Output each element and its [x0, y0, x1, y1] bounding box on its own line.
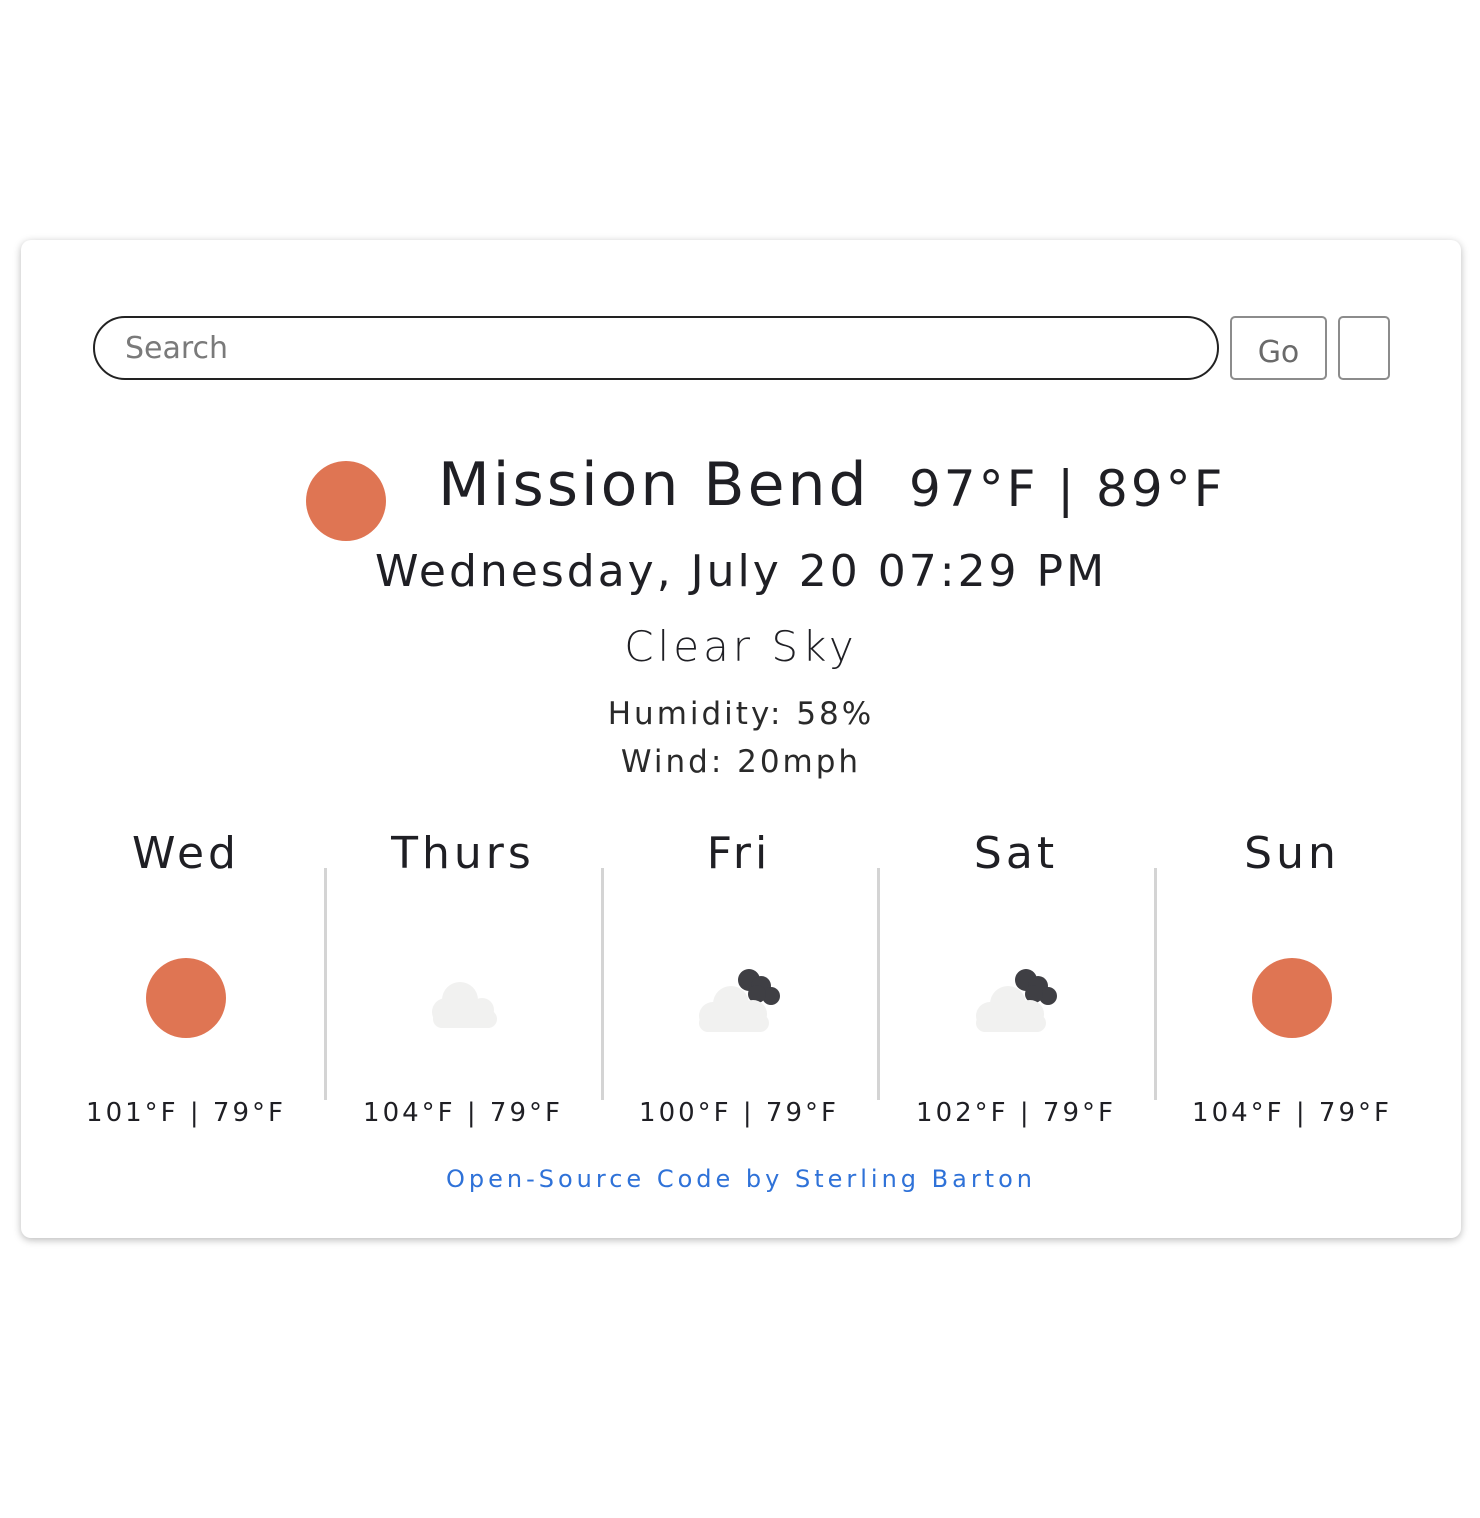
location-button[interactable]: [1338, 316, 1390, 380]
sun-icon: [1252, 958, 1332, 1038]
cloud-night-icon: [976, 969, 1057, 1032]
forecast-day: Thurs 104°F | 79°F: [338, 828, 588, 1148]
city-name: Mission Bend: [438, 450, 870, 520]
weather-description: Clear Sky: [624, 622, 858, 671]
humidity-value: Humidity: 58%: [607, 696, 875, 732]
source-code-link[interactable]: Open-Source Code by Sterling Barton: [21, 1165, 1461, 1193]
search-input[interactable]: [93, 316, 1219, 380]
current-temps: 97°F | 89°F: [909, 460, 1226, 518]
forecast-day: Sun 104°F | 79°F: [1167, 828, 1417, 1148]
forecast-temps: 104°F | 79°F: [363, 1098, 563, 1128]
cloud-night-icon: [699, 969, 780, 1032]
forecast-day: Fri 100°F | 79°F: [614, 828, 864, 1148]
forecast-temps: 102°F | 79°F: [916, 1098, 1116, 1128]
forecast-day: Sat 102°F | 79°F: [891, 828, 1141, 1148]
search-bar: Go: [93, 316, 1390, 380]
forecast-day: Wed 101°F | 79°F: [61, 828, 311, 1148]
forecast-day-name: Thurs: [391, 828, 535, 879]
forecast-day-name: Sun: [1244, 828, 1340, 879]
forecast-temps: 104°F | 79°F: [1192, 1098, 1392, 1128]
divider: [601, 868, 604, 1100]
forecast-temps: 101°F | 79°F: [86, 1098, 286, 1128]
divider: [877, 868, 880, 1100]
sun-icon: [146, 958, 226, 1038]
forecast-day-name: Wed: [132, 828, 240, 879]
divider: [1154, 868, 1157, 1100]
forecast-day-name: Fri: [706, 828, 772, 879]
forecast-temps: 100°F | 79°F: [639, 1098, 839, 1128]
divider: [324, 868, 327, 1100]
sun-icon: [306, 461, 386, 541]
weather-card: Go Mission Bend 97°F | 89°F Wednesday, J…: [21, 240, 1461, 1238]
wind-value: Wind: 20mph: [620, 744, 862, 780]
cloud-icon: [432, 982, 497, 1028]
forecast-day-name: Sat: [973, 828, 1059, 879]
go-button[interactable]: Go: [1230, 316, 1327, 380]
forecast-row: Wed 101°F | 79°F Thurs 104°F | 79°F Fri: [61, 828, 1445, 1148]
current-datetime: Wednesday, July 20 07:29 PM: [374, 546, 1108, 597]
